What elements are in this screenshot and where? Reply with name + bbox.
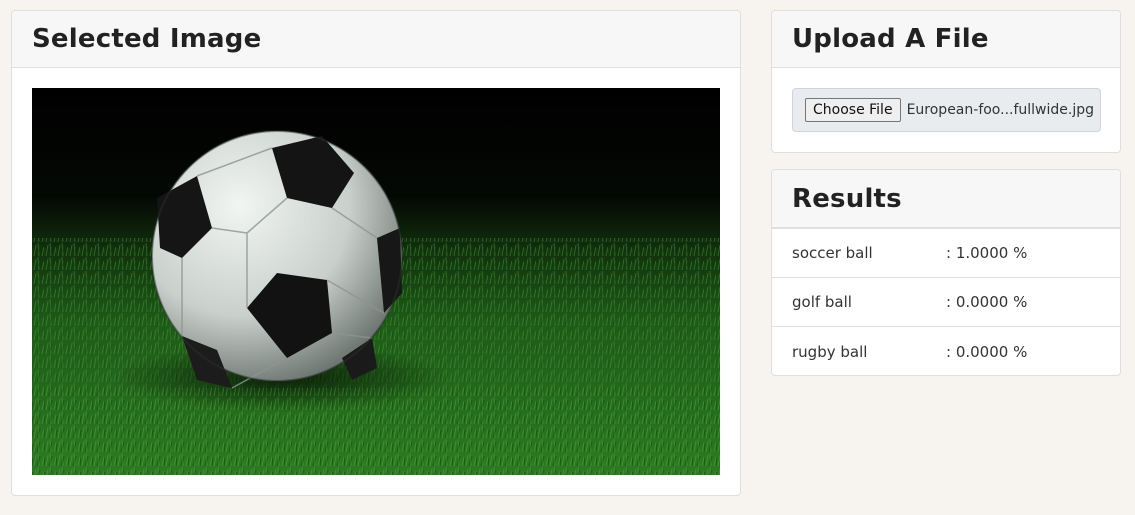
upload-header: Upload A File (772, 11, 1120, 68)
result-row: rugby ball : 0.0000 % (772, 327, 1120, 375)
choose-file-button[interactable]: Choose File (805, 98, 901, 122)
result-value: : 1.0000 % (946, 244, 1028, 262)
file-input[interactable]: Choose File European-foo...fullwide.jpg (792, 88, 1101, 132)
selected-image-preview (32, 88, 720, 475)
result-row: golf ball : 0.0000 % (772, 278, 1120, 327)
upload-card: Upload A File Choose File European-foo..… (771, 10, 1121, 153)
soccer-ball-image (32, 88, 720, 475)
result-row: soccer ball : 1.0000 % (772, 229, 1120, 278)
selected-image-header: Selected Image (12, 11, 740, 68)
upload-title: Upload A File (792, 24, 989, 54)
results-title: Results (792, 183, 902, 214)
result-label: soccer ball (792, 244, 873, 262)
results-card: Results soccer ball : 1.0000 % golf ball… (771, 169, 1121, 376)
result-value: : 0.0000 % (946, 342, 1028, 361)
selected-image-title: Selected Image (32, 24, 262, 54)
result-label: rugby ball (792, 342, 868, 361)
result-value: : 0.0000 % (946, 293, 1028, 311)
result-label: golf ball (792, 293, 852, 311)
selected-image-card: Selected Image (11, 10, 741, 496)
results-header: Results (772, 170, 1120, 229)
selected-file-name: European-foo...fullwide.jpg (906, 102, 1095, 118)
